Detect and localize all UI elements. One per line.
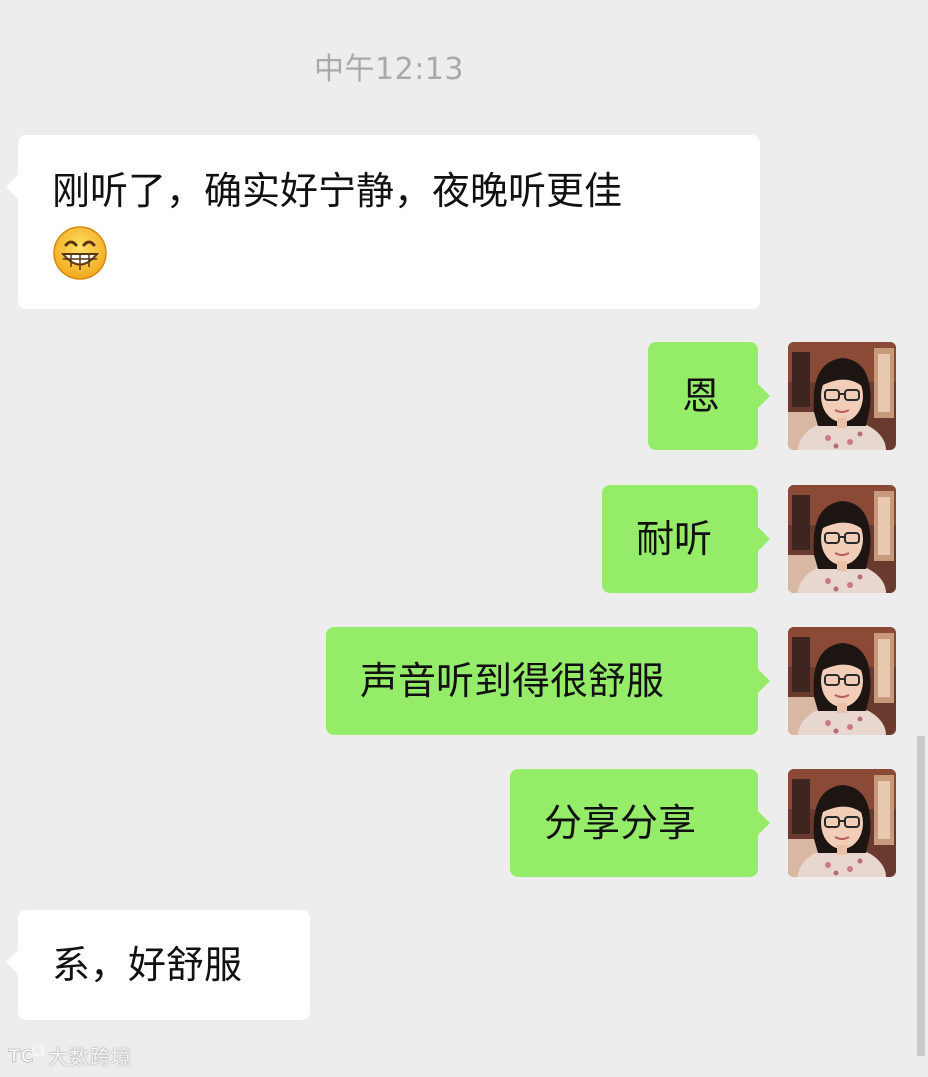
message-text: 系，好舒服: [52, 943, 243, 987]
watermark-logo-icon: TC: [8, 1045, 44, 1067]
message-text: 恩: [682, 374, 721, 418]
chat-screen: 中午12:13 刚听了，确实好宁静，夜晚听更佳 恩 耐听 声音听到得很舒服 分享…: [0, 0, 928, 1077]
message-text: 声音听到得很舒服: [360, 659, 665, 703]
message-bubble-outgoing[interactable]: 恩: [648, 342, 770, 450]
message-bubble-outgoing[interactable]: 耐听: [602, 485, 770, 593]
svg-text:TC: TC: [8, 1046, 34, 1067]
message-text: 耐听: [636, 517, 713, 561]
message-bubble-incoming[interactable]: 系，好舒服: [6, 910, 310, 1020]
message-bubble-outgoing[interactable]: 声音听到得很舒服: [326, 627, 770, 735]
grinning-face-icon: [53, 226, 107, 280]
message-bubble-incoming[interactable]: 刚听了，确实好宁静，夜晚听更佳: [6, 135, 760, 309]
watermark-text: 大数跨境: [48, 1044, 132, 1069]
avatar[interactable]: [788, 485, 896, 593]
chat-timestamp: 中午12:13: [314, 52, 464, 87]
avatar[interactable]: [788, 627, 896, 735]
avatar[interactable]: [788, 769, 896, 877]
avatar[interactable]: [788, 342, 896, 450]
message-bubble-outgoing[interactable]: 分享分享: [510, 769, 770, 877]
avatar-image: [788, 769, 896, 877]
message-text: 分享分享: [544, 801, 697, 845]
scrollbar[interactable]: [917, 736, 925, 1056]
watermark: TC 大数跨境: [8, 1041, 132, 1069]
message-text: 刚听了，确实好宁静，夜晚听更佳: [52, 169, 623, 213]
avatar-image: [788, 485, 896, 593]
avatar-image: [788, 627, 896, 735]
avatar-image: [788, 342, 896, 450]
